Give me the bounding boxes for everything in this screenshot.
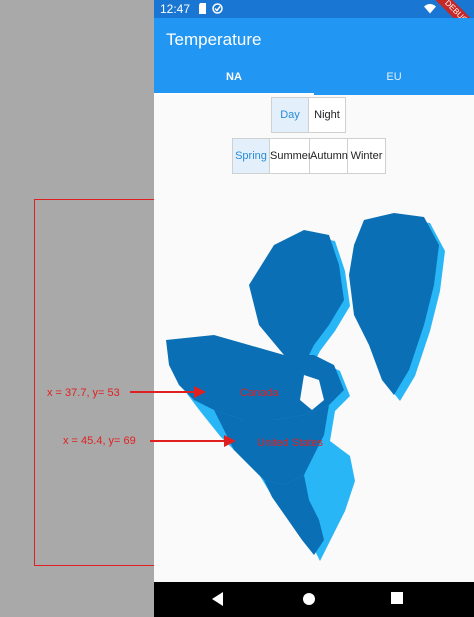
map-label-united-states[interactable]: United States xyxy=(257,437,323,449)
toggle-autumn[interactable]: Autumn xyxy=(310,138,348,174)
sd-card-icon xyxy=(199,3,206,14)
status-bar: 12:47 xyxy=(154,0,474,18)
annotation-panel: x = 37.7, y= 53 x = 45.4, y= 69 xyxy=(0,0,154,617)
recents-icon[interactable] xyxy=(391,592,403,604)
page-title: Temperature xyxy=(166,30,262,49)
tab-eu-label: EU xyxy=(386,71,402,83)
back-icon[interactable] xyxy=(212,592,224,606)
tab-indicator xyxy=(154,93,314,95)
tab-bar: NA EU xyxy=(154,62,474,95)
phone-screen: 12:47 DEBUG Temperature NA EU Day Night … xyxy=(154,0,474,617)
toggle-spring[interactable]: Spring xyxy=(232,138,270,174)
status-time: 12:47 xyxy=(160,2,191,16)
sync-icon xyxy=(212,3,223,14)
north-america-map[interactable] xyxy=(154,205,474,585)
region-arctic-islands[interactable] xyxy=(249,230,344,365)
coord-label-united-states: x = 45.4, y= 69 xyxy=(63,435,136,447)
tab-eu[interactable]: EU xyxy=(314,62,474,95)
app-bar: Temperature xyxy=(154,18,474,62)
toggle-summer[interactable]: Summer xyxy=(270,138,312,174)
tab-na-label: NA xyxy=(226,71,242,83)
day-night-toggle: Day Night xyxy=(271,97,346,133)
map-label-canada[interactable]: Canada xyxy=(240,387,279,399)
map-land xyxy=(166,213,439,555)
toggle-winter[interactable]: Winter xyxy=(348,138,386,174)
toggle-night[interactable]: Night xyxy=(309,97,346,133)
region-greenland[interactable] xyxy=(349,213,439,395)
nav-bar xyxy=(154,582,474,617)
toggle-day[interactable]: Day xyxy=(271,97,309,133)
tab-na[interactable]: NA xyxy=(154,62,314,95)
coord-label-canada: x = 37.7, y= 53 xyxy=(47,387,120,399)
annotation-bracket xyxy=(34,199,154,566)
home-icon[interactable] xyxy=(302,592,316,606)
season-toggle: Spring Summer Autumn Winter xyxy=(232,138,386,174)
wifi-icon xyxy=(424,4,436,14)
